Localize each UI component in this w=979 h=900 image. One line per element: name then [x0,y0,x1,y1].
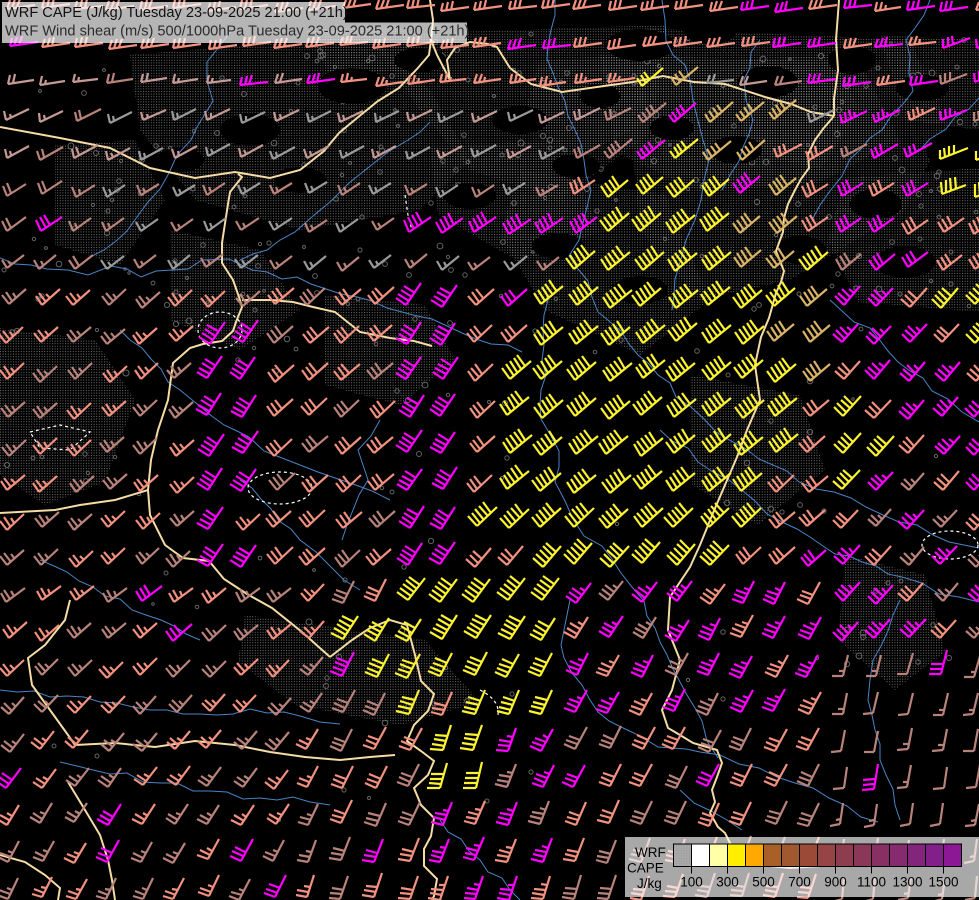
svg-text:1100: 1100 [857,875,886,890]
svg-text:WRF Wind shear (m/s) 500/1000h: WRF Wind shear (m/s) 500/1000hPa Tuesday… [5,24,469,40]
svg-text:CAPE: CAPE [627,861,664,876]
svg-text:J/kg: J/kg [637,876,662,891]
svg-text:500: 500 [752,875,775,890]
svg-text:900: 900 [824,875,847,890]
svg-text:700: 700 [788,875,811,890]
svg-text:300: 300 [716,875,739,890]
svg-text:WRF: WRF [635,845,666,860]
svg-text:WRF CAPE (J/kg) Tuesday 23-09-: WRF CAPE (J/kg) Tuesday 23-09-2025 21:00… [5,5,348,21]
svg-text:1500: 1500 [928,875,958,890]
svg-text:100: 100 [680,875,703,890]
svg-text:1300: 1300 [892,875,922,890]
